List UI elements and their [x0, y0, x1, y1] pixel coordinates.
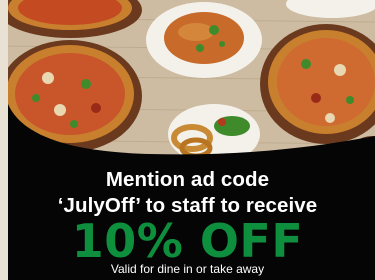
- discount-text: 10% OFF: [71, 214, 304, 268]
- headline-line-1: Mention ad code: [105, 168, 270, 191]
- validity-note: Valid for dine in or take away: [110, 262, 265, 276]
- promo-banner[interactable]: Mention ad code ‘JulyOff’ to staff to re…: [0, 0, 375, 280]
